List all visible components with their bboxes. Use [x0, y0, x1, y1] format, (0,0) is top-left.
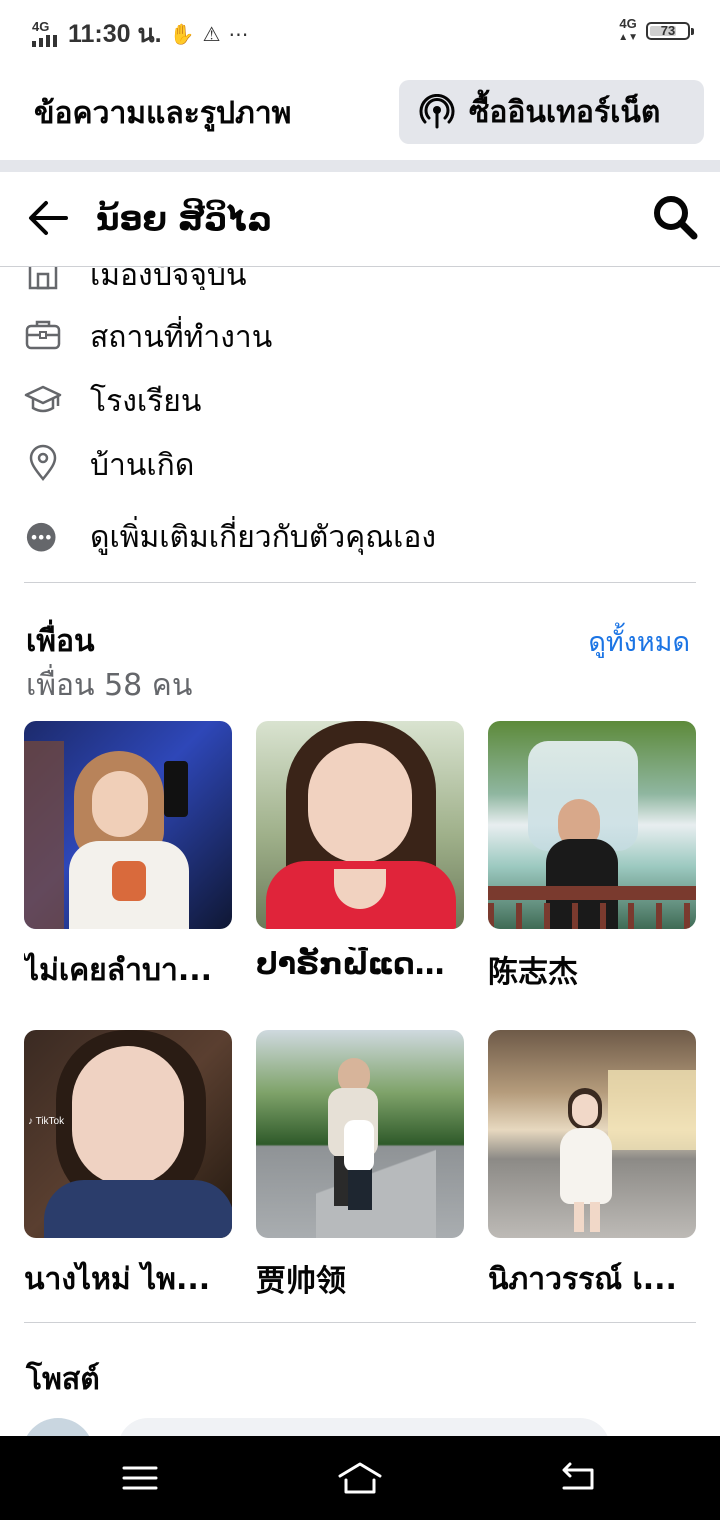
- about-item-hometown[interactable]: บ้านเกิด: [0, 436, 720, 492]
- friend-name[interactable]: ไม่เคยลำบา...: [24, 947, 232, 994]
- friend-card[interactable]: ไม่เคยลำบา...: [24, 721, 232, 994]
- friend-card[interactable]: 贾帅领: [256, 1030, 464, 1300]
- posts-section-title: โพสต์: [26, 1362, 100, 1397]
- battery-level: 73: [660, 23, 676, 38]
- network-type-label: 4G: [32, 19, 50, 34]
- text-and-photos-mode[interactable]: ข้อความและรูปภาพ: [34, 90, 291, 137]
- battery-icon: 73: [646, 22, 694, 40]
- friend-photo[interactable]: [24, 721, 232, 929]
- menu-icon[interactable]: [120, 1458, 160, 1498]
- friend-photo[interactable]: [488, 1030, 696, 1238]
- friend-card[interactable]: ປາຣັກຝີແດນ...: [256, 721, 464, 982]
- graduation-cap-icon: [24, 385, 62, 413]
- friend-name[interactable]: ປາຣັກຝີແດນ...: [256, 947, 464, 982]
- search-icon[interactable]: [652, 194, 698, 240]
- friend-photo[interactable]: ♪ TikTok: [24, 1030, 232, 1238]
- see-all-friends-link[interactable]: ดูทั้งหมด: [588, 620, 690, 663]
- friend-name[interactable]: 贾帅领: [256, 1256, 464, 1300]
- home-icon[interactable]: [336, 1458, 384, 1498]
- briefcase-icon: [25, 320, 61, 350]
- more-dots-icon: [26, 522, 56, 552]
- hand-gesture-icon: ✋: [169, 22, 195, 46]
- broadcast-icon: [419, 94, 455, 129]
- status-bar: 4G 11:30 น. ✋ ⚠ ⋯ 4G ▲▼ 73: [0, 0, 720, 64]
- friends-section-title: เพื่อน: [26, 624, 95, 659]
- section-separator: [0, 160, 720, 172]
- friend-name[interactable]: นิภาวรรณ์ เ...: [488, 1256, 696, 1303]
- clock: 11:30 น.: [68, 20, 162, 48]
- friend-name[interactable]: 陈志杰: [488, 947, 696, 991]
- location-pin-icon: [29, 444, 57, 481]
- friend-count: เพื่อน 58 คน: [26, 668, 193, 703]
- mobile-data-icon: 4G ▲▼: [618, 16, 638, 43]
- friend-photo[interactable]: [488, 721, 696, 929]
- friend-card[interactable]: นิภาวรรณ์ เ...: [488, 1030, 696, 1303]
- buy-internet-button[interactable]: ซื้ออินเทอร์เน็ต: [399, 80, 704, 144]
- back-arrow-icon[interactable]: [26, 198, 70, 238]
- tiktok-watermark: ♪ TikTok: [28, 1116, 65, 1127]
- section-divider: [24, 582, 696, 583]
- buy-internet-label: ซื้ออินเทอร์เน็ต: [469, 94, 661, 130]
- profile-header: ນ້ອຍ ສີວິໄລ: [0, 172, 720, 267]
- friend-photo[interactable]: [256, 1030, 464, 1238]
- friend-card[interactable]: ♪ TikTok นางไหม่ ไพ...: [24, 1030, 232, 1303]
- friend-name[interactable]: นางไหม่ ไพ...: [24, 1256, 232, 1303]
- system-navigation-bar: [0, 1436, 720, 1520]
- warning-icon: ⚠: [202, 22, 221, 46]
- friend-card[interactable]: 陈志杰: [488, 721, 696, 991]
- more-notifications-icon: ⋯: [228, 22, 249, 46]
- about-item-see-more[interactable]: ดูเพิ่มเติมเกี่ยวกับตัวคุณเอง: [0, 508, 720, 564]
- page-title: ນ້ອຍ ສີວິໄລ: [96, 200, 273, 238]
- back-icon[interactable]: [558, 1458, 598, 1498]
- about-item-school[interactable]: โรงเรียน: [0, 372, 720, 428]
- section-divider: [24, 1322, 696, 1323]
- friend-photo[interactable]: [256, 721, 464, 929]
- about-item-workplace[interactable]: สถานที่ทำงาน: [0, 308, 720, 364]
- cellular-signal-icon: 4G: [30, 19, 60, 49]
